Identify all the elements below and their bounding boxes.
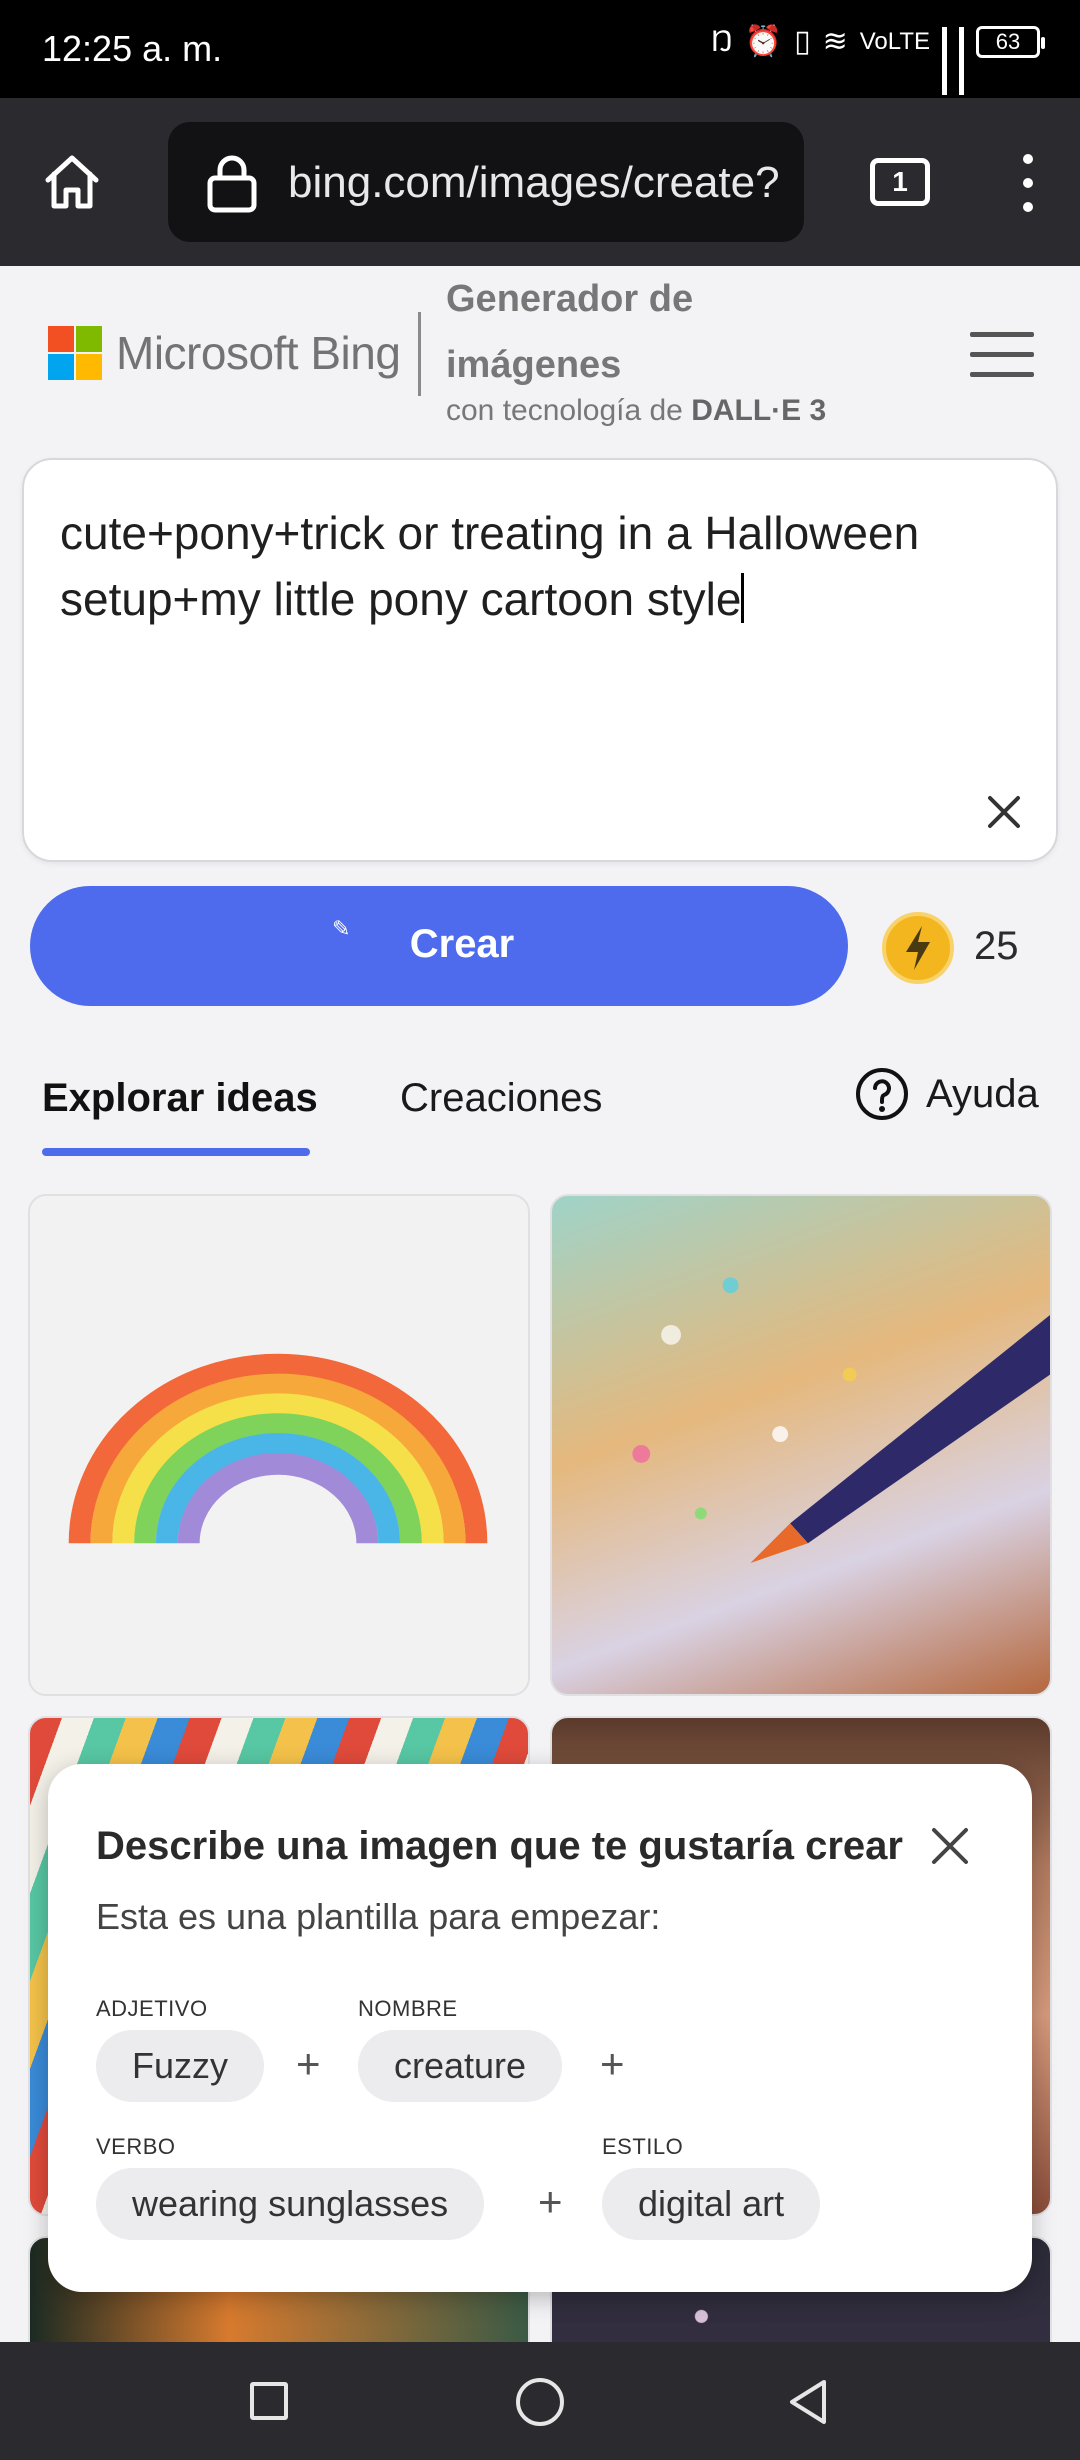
battery-icon: 63 <box>976 25 1045 58</box>
tab-switcher-button[interactable]: 1 <box>870 158 930 206</box>
brand-divider <box>418 312 421 396</box>
bing-logo[interactable]: Microsoft Bing <box>48 326 401 380</box>
vibrate-icon: ▯ <box>794 25 811 58</box>
noun-label: NOMBRE <box>358 1996 458 2021</box>
nfc-icon: Ŋ <box>711 24 733 58</box>
powered-by-model: DALL·E 3 <box>691 394 827 427</box>
idea-image-pencil-glitter[interactable] <box>550 1194 1052 1696</box>
style-label: ESTILO <box>602 2134 684 2159</box>
clear-prompt-icon[interactable] <box>980 788 1028 836</box>
prompt-template-popup: Describe una imagen que te gustaría crea… <box>48 1764 1032 2292</box>
rainbow-illustration <box>68 1353 488 1544</box>
idea-image-rainbow[interactable] <box>28 1194 530 1696</box>
text-caret <box>741 573 745 623</box>
signal-icon <box>942 26 947 95</box>
product-title: Generador de imágenes <box>446 278 694 386</box>
signal-icon-2 <box>959 26 964 95</box>
browser-toolbar: bing.com/images/create? 1 <box>0 98 1080 266</box>
status-time: 12:25 a. m. <box>42 28 223 69</box>
help-link[interactable]: Ayuda <box>854 1066 1039 1122</box>
boost-coin-icon[interactable] <box>882 912 954 984</box>
style-chip[interactable]: digital art <box>602 2168 821 2240</box>
microsoft-logo-icon <box>48 326 102 380</box>
brand-name: Microsoft Bing <box>116 327 401 379</box>
plus-sign: + <box>296 2040 321 2087</box>
lock-icon <box>207 155 257 213</box>
powered-prefix: con tecnología de <box>446 394 692 427</box>
prompt-value: cute+pony+trick or treating in a Hallowe… <box>60 507 920 625</box>
help-label: Ayuda <box>926 1071 1039 1116</box>
active-tab-indicator <box>42 1148 310 1156</box>
system-nav-bar <box>0 2342 1080 2460</box>
close-icon[interactable] <box>928 1824 972 1868</box>
create-button[interactable]: ✎ Crear <box>30 886 848 1006</box>
noun-chip[interactable]: creature <box>358 2030 563 2102</box>
url-text: bing.com/images/create? <box>288 158 780 207</box>
status-bar: 12:25 a. m. Ŋ ⏰ ▯ ≋ VoLTE 63 <box>0 0 1080 98</box>
prompt-input[interactable]: cute+pony+trick or treating in a Hallowe… <box>22 458 1058 862</box>
adjective-chip[interactable]: Fuzzy <box>96 2030 265 2102</box>
boost-count: 25 <box>974 924 1019 968</box>
verb-chip[interactable]: wearing sunglasses <box>96 2168 485 2240</box>
verb-label: VERBO <box>96 2134 176 2159</box>
tab-explore-ideas[interactable]: Explorar ideas <box>42 1076 318 1121</box>
plus-sign: + <box>600 2040 625 2087</box>
alarm-icon: ⏰ <box>744 25 783 58</box>
home-button[interactable] <box>516 2378 564 2426</box>
status-icons: Ŋ ⏰ ▯ ≋ VoLTE 63 <box>711 24 1045 95</box>
help-icon <box>856 1068 908 1120</box>
hamburger-menu-icon[interactable] <box>970 332 1034 377</box>
recent-apps-button[interactable] <box>250 2382 288 2420</box>
network-type: VoLTE <box>859 27 930 55</box>
pencil-illustration <box>632 1277 1050 1564</box>
back-icon[interactable] <box>786 2378 830 2426</box>
tab-creations[interactable]: Creaciones <box>400 1076 602 1121</box>
address-bar[interactable]: bing.com/images/create? <box>168 122 804 242</box>
adjective-label: ADJETIVO <box>96 1996 208 2021</box>
home-icon[interactable] <box>40 150 104 214</box>
plus-sign: + <box>538 2178 563 2225</box>
powered-by: con tecnología de DALL·E 3 <box>446 394 826 428</box>
wifi-icon: ≋ <box>822 25 848 58</box>
lightning-icon <box>906 926 930 970</box>
create-label: Crear <box>409 922 515 966</box>
popup-subtitle: Esta es una plantilla para empezar: <box>96 1896 661 1937</box>
browser-menu-icon[interactable] <box>1016 154 1040 214</box>
popup-title: Describe una imagen que te gustaría crea… <box>96 1824 903 1868</box>
prompt-text[interactable]: cute+pony+trick or treating in a Hallowe… <box>60 500 1020 632</box>
page-content: Microsoft Bing Generador de imágenes con… <box>0 266 1080 2342</box>
